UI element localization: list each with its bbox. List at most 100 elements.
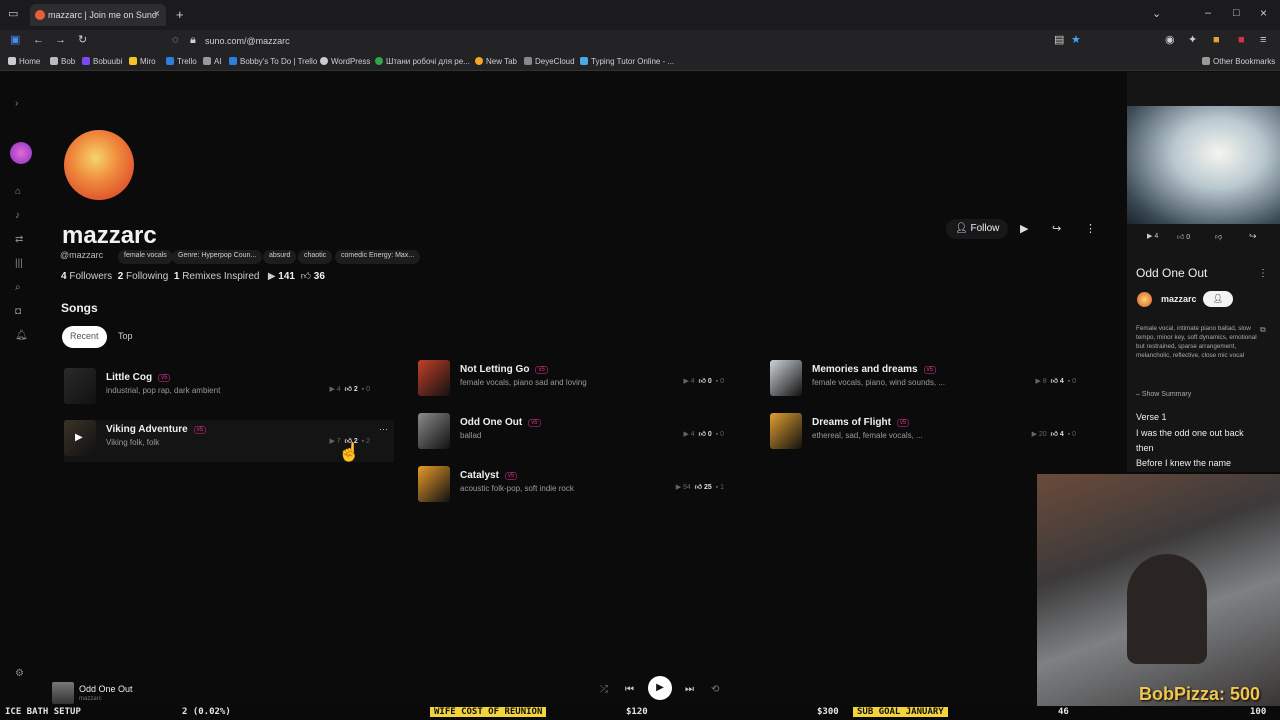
profile-tag[interactable]: chaotic [298,250,333,264]
bookmark-star-icon[interactable]: ★ [1071,35,1081,46]
song-more-icon[interactable]: ··· [379,424,388,434]
chevron-down-icon[interactable]: ⌄ [1152,9,1161,20]
notifications-icon[interactable]: 🔔︎ [15,330,28,341]
extension-icon[interactable]: ◉ [1165,35,1175,46]
close-window-icon[interactable]: × [1260,7,1267,19]
song-cover[interactable] [770,413,802,449]
filter-recent[interactable]: Recent [62,326,107,348]
minimize-icon[interactable]: – [1205,8,1211,19]
reload-icon[interactable]: ↻ [78,35,87,46]
song-cover[interactable] [64,368,96,404]
hooks-icon[interactable]: ◘ [15,306,21,317]
other-bookmarks[interactable]: Other Bookmarks [1202,57,1275,66]
song-title[interactable]: Odd One Out v5 [460,417,541,428]
artist-avatar[interactable] [1137,292,1152,307]
bookmark-item[interactable]: Trello [166,57,197,66]
bookmark-item[interactable]: WordPress [320,57,370,66]
sidebar-toggle-icon[interactable]: ▣ [10,35,20,46]
bookmark-item[interactable]: Typing Tutor Online - ... [580,57,674,66]
follow-artist-button[interactable]: 👤︎ [1203,291,1233,307]
new-tab-icon[interactable]: + [176,8,184,21]
share-icon[interactable]: ↪ [1249,231,1257,242]
back-icon[interactable]: ← [33,35,44,46]
profile-stats: 4 Followers 2 Following 1 Remixes Inspir… [61,271,325,282]
song-play-icon[interactable]: ▶ [75,432,83,443]
share-icon[interactable]: ↪ [1052,222,1061,235]
next-icon[interactable]: ⏭ [685,684,694,695]
song-cover[interactable] [418,413,450,449]
previous-icon[interactable]: ⏮ [625,684,634,695]
song-title[interactable]: Not Letting Go v5 [460,364,548,375]
explore-icon[interactable]: ⇄ [15,234,23,245]
song-title[interactable]: Viking Adventure v5 [106,424,207,435]
filter-top[interactable]: Top [110,326,141,348]
panel-song-title[interactable]: Odd One Out [1136,266,1207,280]
browser-tab-bar: ▭ mazzarc | Join me on Suno × + ⌄ – □ × [0,0,1280,30]
url-field[interactable]: suno.com/@mazzarc [168,34,1068,49]
song-title[interactable]: Memories and dreams v5 [812,364,936,375]
dislike-icon[interactable]: 👎︎ [1215,232,1222,241]
song-cover[interactable] [770,360,802,396]
bookmark-item[interactable]: Штани робочі для ре... [375,57,470,66]
bookmark-item[interactable]: DeyeCloud [524,57,575,66]
show-summary-link[interactable]: – Show Summary [1136,391,1191,398]
follow-user-icon: 👤︎ [955,223,968,234]
song-cover[interactable] [418,360,450,396]
song-row[interactable]: Memories and dreams v5 female vocals, pian… [770,360,1100,402]
bookmark-item[interactable]: AI [203,57,222,66]
song-row[interactable]: Not Letting Go v5 female vocals, piano sad… [418,360,748,402]
suno-logo[interactable] [10,142,32,164]
song-row[interactable]: Catalyst v5 acoustic folk-pop, soft indie … [418,466,748,508]
play-all-icon[interactable]: ▶ [1020,222,1028,235]
more-options-icon[interactable]: ⋮ [1085,222,1096,235]
hamburger-menu-icon[interactable]: ≡ [1260,35,1266,46]
bookmark-item[interactable]: Miro [129,57,156,66]
profile-tag[interactable]: Genre: Hyperpop Coun... [172,250,263,264]
song-row[interactable]: Little Cog v5 industrial, pop rap, dark am… [64,368,394,410]
bookmark-item[interactable]: Home [8,57,40,66]
panel-likes[interactable]: 👍︎ 0 [1177,232,1190,241]
remixes-link[interactable]: Remixes Inspired [182,271,259,282]
follow-button[interactable]: 👤︎ Follow [946,219,1009,239]
song-row[interactable]: Odd One Out v5 ballad ▶ 4 👍︎ 0 ▪ 0 [418,413,748,455]
close-tab-icon[interactable]: × [154,8,160,20]
reader-view-icon[interactable]: ▤ [1054,35,1064,46]
home-icon[interactable]: ⌂ [15,186,21,197]
create-icon[interactable]: ♪ [15,210,20,221]
repeat-icon[interactable]: ⟲ [711,684,719,695]
browser-tab[interactable]: mazzarc | Join me on Suno × [30,4,166,26]
puzzle-icon[interactable]: ✦ [1188,35,1197,46]
song-title[interactable]: Little Cog v5 [106,372,171,383]
profile-tag[interactable]: comedic Energy: Max... [335,250,421,264]
expand-sidebar-icon[interactable]: › [15,98,18,109]
copy-icon[interactable]: ⧉ [1260,325,1266,335]
tab-menu-icon[interactable]: ▭ [8,9,18,20]
panel-artist[interactable]: mazzarc [1161,294,1197,304]
bookmark-item[interactable]: New Tab [475,57,517,66]
player-cover[interactable] [52,682,74,704]
following-link[interactable]: Following [126,271,168,282]
player-artist[interactable]: mazzarc [79,696,102,702]
profile-tag[interactable]: absurd [263,250,297,264]
player-title[interactable]: Odd One Out [79,684,133,694]
song-title[interactable]: Catalyst v5 [460,470,518,481]
search-icon[interactable]: ⌕ [15,282,21,293]
followers-link[interactable]: Followers [69,271,112,282]
maximize-icon[interactable]: □ [1233,8,1240,19]
bookmark-item[interactable]: Bobuubi [82,57,122,66]
play-button[interactable]: ▶ [648,676,672,700]
profile-icon[interactable]: ■ [1238,35,1245,46]
song-row[interactable]: Dreams of Flight v5 ethereal, sad, female … [770,413,1100,455]
song-cover[interactable] [418,466,450,502]
bookmark-item[interactable]: Bobby's To Do | Trello [229,57,317,66]
shuffle-icon[interactable]: ⤮ [600,684,608,695]
song-detail-panel: ▶ 4 👍︎ 0 👎︎ ↪ Odd One Out ⋮ mazzarc 👤︎ F… [1127,72,1280,472]
profile-tag[interactable]: female vocals [118,250,173,264]
library-icon[interactable]: ||| [15,258,23,269]
settings-icon[interactable]: ⚙ [15,668,24,679]
song-title[interactable]: Dreams of Flight v5 [812,417,910,428]
panel-more-icon[interactable]: ⋮ [1258,268,1268,279]
bookmark-item[interactable]: Bob [50,57,75,66]
extension-folder-icon[interactable]: ■ [1213,35,1220,46]
forward-icon[interactable]: → [55,35,66,46]
